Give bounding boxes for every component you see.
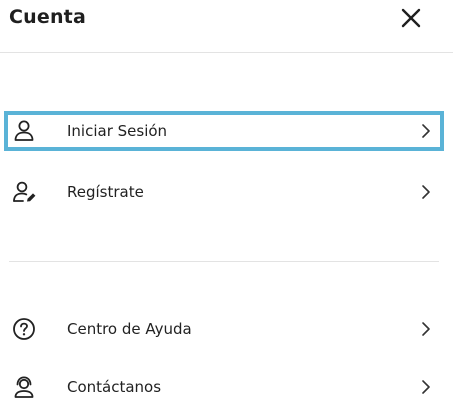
chevron-right-icon bbox=[422, 124, 430, 138]
account-header: Cuenta bbox=[0, 0, 453, 52]
page-title: Cuenta bbox=[9, 6, 86, 28]
login-menu-item[interactable]: Iniciar Sesión bbox=[4, 111, 444, 151]
contact-support-icon bbox=[14, 376, 34, 398]
register-label: Regístrate bbox=[67, 183, 144, 201]
help-center-label: Centro de Ayuda bbox=[67, 320, 192, 338]
header-divider bbox=[0, 52, 453, 53]
contact-label: Contáctanos bbox=[67, 378, 162, 396]
help-center-menu-item[interactable]: Centro de Ayuda bbox=[4, 309, 444, 349]
contact-menu-item[interactable]: Contáctanos bbox=[4, 367, 444, 407]
chevron-right-icon bbox=[422, 380, 430, 394]
close-icon bbox=[401, 8, 421, 28]
login-label: Iniciar Sesión bbox=[67, 122, 168, 140]
user-icon bbox=[14, 120, 34, 141]
user-edit-icon bbox=[13, 181, 36, 202]
close-button[interactable] bbox=[396, 3, 426, 33]
chevron-right-icon bbox=[422, 322, 430, 336]
question-circle-icon bbox=[13, 318, 35, 340]
register-menu-item[interactable]: Regístrate bbox=[4, 172, 444, 212]
section-divider bbox=[9, 261, 439, 262]
chevron-right-icon bbox=[422, 185, 430, 199]
